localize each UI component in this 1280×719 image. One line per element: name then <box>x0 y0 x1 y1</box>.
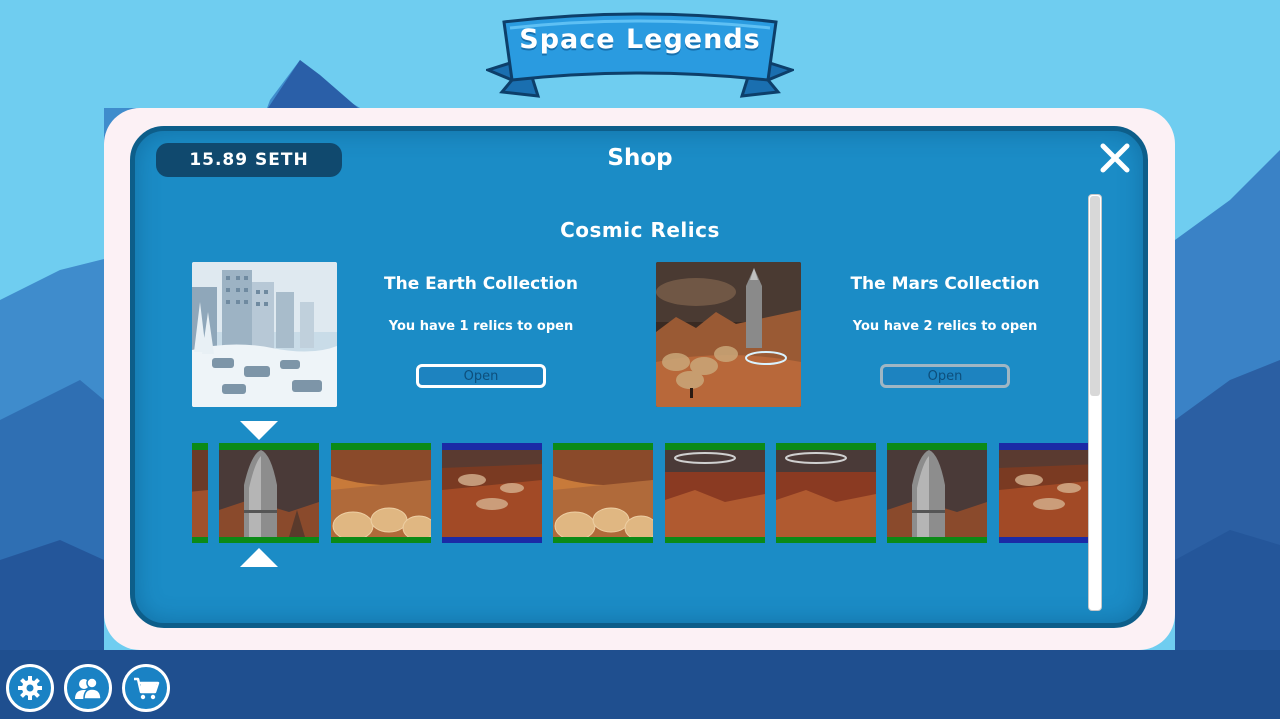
earth-open-button[interactable]: Open <box>416 364 546 388</box>
earth-collection-name: The Earth Collection <box>384 274 578 294</box>
relic-image <box>776 450 876 537</box>
friends-button[interactable] <box>64 664 112 712</box>
friends-icon <box>75 677 102 700</box>
relic-card[interactable] <box>776 443 876 543</box>
earth-relics-count: You have 1 relics to open <box>388 319 574 334</box>
relic-card[interactable] <box>553 443 653 543</box>
relic-card[interactable] <box>219 443 319 543</box>
section-title: Cosmic Relics <box>560 218 720 242</box>
settings-button[interactable] <box>6 664 54 712</box>
relic-card[interactable] <box>887 443 987 543</box>
relic-card[interactable] <box>442 443 542 543</box>
close-button[interactable] <box>1096 139 1134 177</box>
balance-display: 15.89 SETH <box>156 143 342 177</box>
relic-image <box>219 450 319 537</box>
relic-image <box>999 450 1088 537</box>
mars-relics-count: You have 2 relics to open <box>852 319 1038 334</box>
mars-open-button[interactable]: Open <box>880 364 1010 388</box>
arrow-down-icon <box>240 421 278 440</box>
relic-carousel[interactable] <box>192 443 1088 543</box>
relic-image <box>192 450 208 537</box>
relic-card[interactable] <box>192 443 208 543</box>
shop-cart-button[interactable] <box>122 664 170 712</box>
relic-image <box>665 450 765 537</box>
close-icon <box>1100 143 1130 173</box>
relic-image <box>331 450 431 537</box>
earth-collection-image[interactable] <box>192 262 337 407</box>
scrollbar-thumb[interactable] <box>1090 196 1100 396</box>
relic-card[interactable] <box>999 443 1088 543</box>
game-title: Space Legends <box>519 24 761 55</box>
relic-image <box>887 450 987 537</box>
gear-icon <box>18 676 42 700</box>
mars-collection-image[interactable] <box>656 262 801 407</box>
mars-collection-name: The Mars Collection <box>850 274 1040 294</box>
relic-image <box>442 450 542 537</box>
shop-title: Shop <box>607 145 673 171</box>
relic-card[interactable] <box>331 443 431 543</box>
relic-image <box>553 450 653 537</box>
arrow-up-icon <box>240 548 278 567</box>
relic-card[interactable] <box>665 443 765 543</box>
cart-icon <box>134 677 160 700</box>
